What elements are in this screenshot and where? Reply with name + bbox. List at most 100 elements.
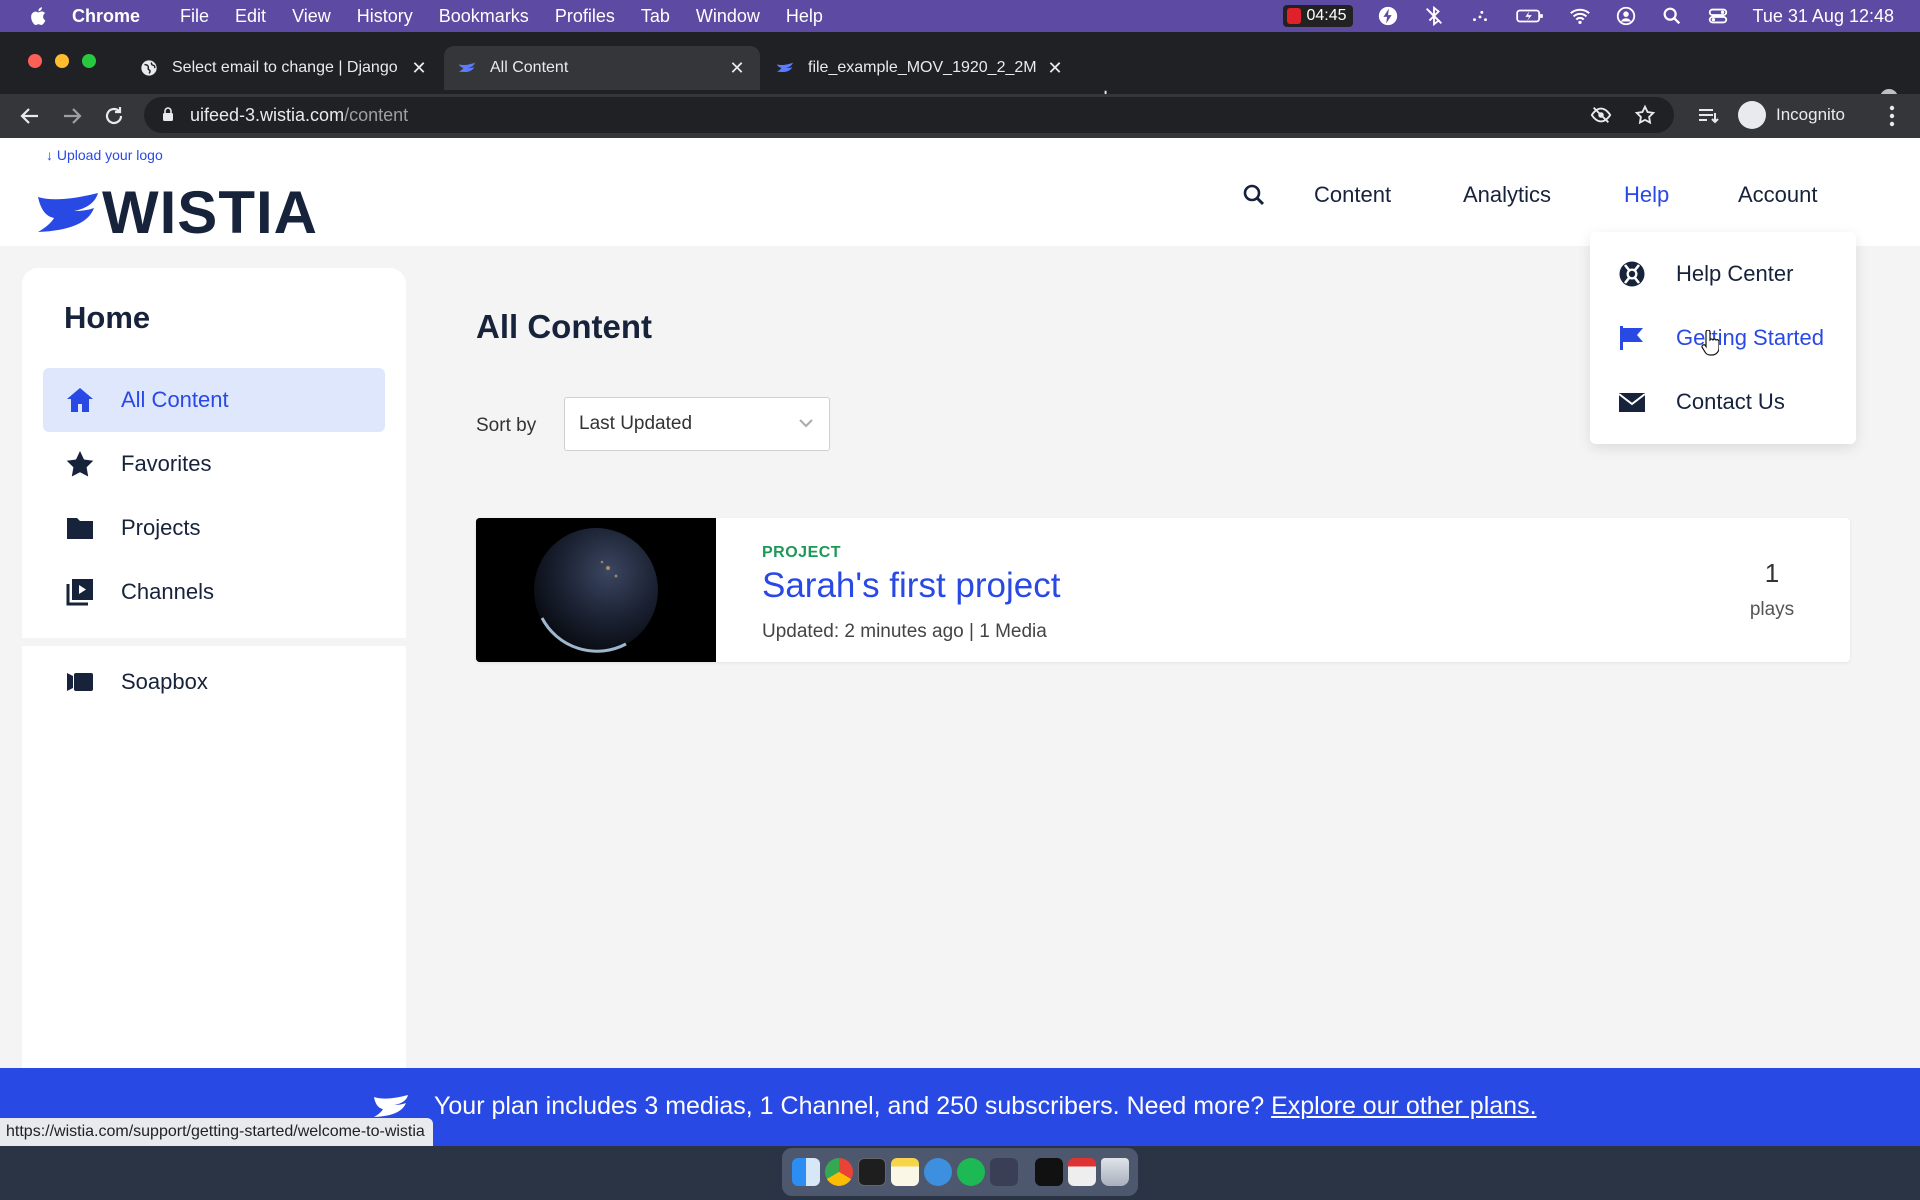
sidebar-item-label: Channels [121, 579, 214, 604]
project-name-link[interactable]: Sarah's first project [762, 566, 1060, 606]
window-minimize-button[interactable] [55, 54, 69, 68]
upload-logo-link[interactable]: ↓ Upload your logo [46, 147, 163, 163]
timer-status[interactable]: 04:45 [1282, 5, 1353, 27]
wifi-icon[interactable] [1569, 5, 1591, 27]
chrome-menu-kebab-icon[interactable] [1888, 104, 1896, 128]
soapbox-camera-icon [67, 673, 93, 691]
nav-links-account: Account [1738, 180, 1818, 210]
menu-profiles[interactable]: Profiles [555, 6, 615, 27]
explore-plans-link[interactable]: Explore our other plans. [1271, 1092, 1536, 1120]
forward-arrow-icon[interactable] [60, 104, 84, 128]
menu-bookmarks[interactable]: Bookmarks [439, 6, 529, 27]
star-icon [66, 451, 94, 477]
sidebar-item-favorites[interactable]: Favorites [43, 432, 385, 496]
bolt-status-icon[interactable] [1377, 5, 1399, 27]
bookmark-star-icon[interactable] [1634, 104, 1656, 126]
sidebar-divider [22, 638, 406, 646]
menu-window[interactable]: Window [696, 6, 760, 27]
sidebar-item-soapbox[interactable]: Soapbox [43, 650, 385, 714]
link-status-url: https://wistia.com/support/getting-start… [0, 1118, 433, 1148]
mouse-pointer-hand-icon [1701, 330, 1719, 356]
menu-file[interactable]: File [180, 6, 209, 27]
menu-view[interactable]: View [292, 6, 331, 27]
back-arrow-icon[interactable] [18, 104, 42, 128]
project-kind-label: PROJECT [762, 544, 842, 561]
lock-icon[interactable] [162, 107, 174, 121]
activity-dots-icon[interactable] [1469, 5, 1491, 27]
wistia-logo-icon [38, 192, 98, 232]
folder-icon [67, 518, 93, 539]
reading-list-icon[interactable] [1696, 104, 1720, 128]
dock-bolt-app-icon[interactable] [990, 1158, 1018, 1186]
nav-content-link[interactable]: Content [1314, 182, 1391, 208]
nav-help-link[interactable]: Help [1624, 182, 1669, 208]
address-bar[interactable]: uifeed-3.wistia.com/content [144, 97, 1674, 133]
sidebar-item-channels[interactable]: Channels [43, 560, 385, 624]
project-thumbnail-earth[interactable] [476, 518, 716, 662]
menu-app-name[interactable]: Chrome [72, 6, 140, 27]
sidebar: Home All Content Favorites Projects Chan… [22, 268, 406, 1068]
dock-photo-strip-icon[interactable] [1068, 1158, 1096, 1186]
menu-tab[interactable]: Tab [641, 6, 670, 27]
wistia-favicon-icon [458, 62, 476, 72]
wistia-favicon-icon [776, 62, 794, 72]
nav-links-help: Help [1624, 180, 1669, 210]
help-menu-item-contact-us[interactable]: Contact Us [1618, 382, 1785, 422]
channels-icon [66, 579, 93, 606]
tab-django-admin[interactable]: Select email to change | Django ✕ [126, 46, 442, 90]
dock-terminal-icon[interactable] [858, 1158, 886, 1186]
sidebar-title: Home [64, 300, 151, 335]
spotlight-search-icon[interactable] [1661, 5, 1683, 27]
sort-select[interactable]: Last Updated [564, 397, 830, 451]
dock-screenshot-icon[interactable] [1035, 1158, 1063, 1186]
macos-dock [782, 1148, 1138, 1196]
dock-trash-icon[interactable] [1101, 1158, 1129, 1186]
incognito-profile-button[interactable]: Incognito [1738, 98, 1845, 132]
battery-icon[interactable] [1515, 5, 1545, 27]
globe-icon [141, 60, 157, 76]
apple-icon[interactable] [28, 5, 50, 27]
lifebuoy-icon [1619, 261, 1645, 287]
menu-history[interactable]: History [357, 6, 413, 27]
tab-file-example[interactable]: file_example_MOV_1920_2_2MB ✕ [762, 46, 1078, 90]
window-close-button[interactable] [28, 54, 42, 68]
reload-icon[interactable] [102, 104, 126, 128]
sidebar-item-projects[interactable]: Projects [43, 496, 385, 560]
user-account-icon[interactable] [1615, 5, 1637, 27]
control-center-icon[interactable] [1707, 5, 1729, 27]
help-menu-item-help-center[interactable]: Help Center [1618, 254, 1793, 294]
tab-title: All Content [490, 59, 569, 76]
dock-notes-icon[interactable] [891, 1158, 919, 1186]
menu-edit[interactable]: Edit [235, 6, 266, 27]
page-title: All Content [476, 308, 652, 345]
dock-spotify-icon[interactable] [957, 1158, 985, 1186]
help-menu-item-label: Getting Started [1676, 325, 1824, 350]
sidebar-item-all-content[interactable]: All Content [43, 368, 385, 432]
url-path: /content [344, 104, 409, 125]
incognito-avatar-icon [1738, 101, 1766, 129]
menu-help[interactable]: Help [786, 6, 823, 27]
tab-all-content[interactable]: All Content ✕ [444, 46, 760, 90]
help-menu-item-getting-started[interactable]: Getting Started [1618, 318, 1824, 358]
nav-account-link[interactable]: Account [1738, 182, 1818, 208]
sidebar-item-label: Favorites [121, 451, 212, 476]
dock-preview-icon[interactable] [924, 1158, 952, 1186]
tab-close-icon[interactable]: ✕ [410, 58, 428, 79]
main-nav [1242, 180, 1266, 210]
nav-analytics-link[interactable]: Analytics [1463, 182, 1551, 208]
tab-close-icon[interactable]: ✕ [728, 58, 746, 79]
sidebar-item-label: All Content [121, 387, 229, 412]
dock-finder-icon[interactable] [792, 1158, 820, 1186]
sidebar-item-label: Soapbox [121, 669, 208, 694]
tab-close-icon[interactable]: ✕ [1046, 58, 1064, 79]
help-menu-item-label: Help Center [1676, 261, 1794, 286]
bluetooth-off-icon[interactable] [1423, 5, 1445, 27]
dock-chrome-icon[interactable] [825, 1158, 853, 1186]
wistia-logo[interactable]: WISTIA [38, 178, 318, 247]
project-card[interactable]: PROJECT Sarah's first project Updated: 2… [476, 518, 1850, 662]
menubar-clock[interactable]: Tue 31 Aug 12:48 [1753, 6, 1894, 27]
window-zoom-button[interactable] [82, 54, 96, 68]
tracking-blocked-eye-icon[interactable] [1590, 104, 1612, 126]
help-menu-item-label: Contact Us [1676, 389, 1785, 414]
search-icon[interactable] [1242, 183, 1266, 207]
